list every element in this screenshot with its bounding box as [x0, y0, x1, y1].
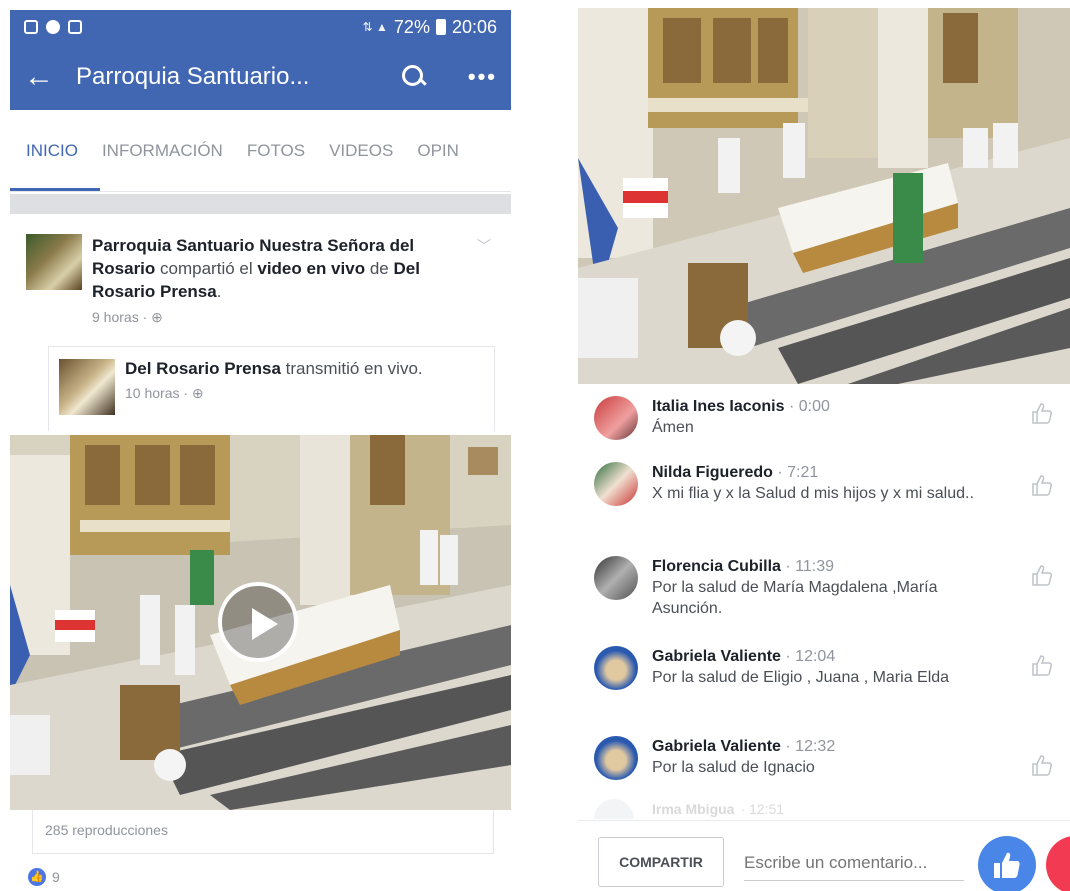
commenter-avatar[interactable]	[594, 396, 638, 440]
comment-item: Florencia Cubilla · 11:39 Por la salud d…	[594, 556, 1064, 619]
comment-item: Nilda Figueredo · 7:21 X mi flia y x la …	[594, 462, 1064, 506]
comment-text: X mi flia y x la Salud d mis hijos y x m…	[652, 485, 974, 502]
chevron-down-icon[interactable]: ﹀	[477, 236, 491, 256]
clock: 20:06	[451, 16, 497, 37]
reaction-summary[interactable]: 👍 9	[28, 868, 60, 886]
screenshot-root: ⇅ ▲ 72% 20:06 ← Parroquia Santuario... •…	[0, 0, 1070, 891]
like-reaction-icon: 👍	[28, 868, 46, 886]
shared-action-text: transmitió en vivo.	[285, 359, 423, 378]
comment-time: · 12:04	[785, 648, 836, 665]
section-divider	[10, 194, 511, 214]
video-player[interactable]	[10, 435, 511, 810]
comment-time: · 11:39	[785, 558, 834, 575]
thumbs-up-icon	[994, 852, 1020, 878]
commenter-avatar[interactable]	[594, 736, 638, 780]
live-action-bar: COMPARTIR	[578, 820, 1070, 891]
post-header-period: .	[216, 282, 222, 301]
comment-item: Italia Ines Iaconis · 0:00 Ámen	[594, 396, 1064, 440]
battery-icon	[435, 19, 446, 35]
commenter-name[interactable]: Nilda Figueredo	[652, 464, 773, 481]
status-bar: ⇅ ▲ 72% 20:06	[10, 10, 511, 44]
commenter-name[interactable]: Italia Ines Iaconis	[652, 398, 785, 415]
page-name-link[interactable]: Parroquia Santuario Nuestra Señora del R…	[92, 236, 414, 278]
love-reaction-button[interactable]	[1046, 836, 1070, 891]
tab-videos[interactable]: VIDEOS	[321, 141, 409, 161]
of-text: de	[369, 259, 389, 278]
comment-time: · 7:21	[777, 464, 819, 481]
more-options-icon[interactable]: •••	[468, 64, 497, 90]
signal-icon: ⇅ ▲	[362, 20, 388, 34]
post-header-text: Parroquia Santuario Nuestra Señora del R…	[92, 234, 452, 303]
tab-opiniones[interactable]: OPIN	[409, 141, 475, 161]
commenter-name[interactable]: Florencia Cubilla	[652, 558, 781, 575]
commenter-avatar[interactable]	[594, 462, 638, 506]
like-comment-icon[interactable]	[1030, 654, 1054, 678]
gallery-notification-icon	[24, 20, 38, 34]
like-comment-icon[interactable]	[1030, 474, 1054, 498]
battery-level: 72%	[393, 16, 430, 37]
comment-time: · 12:32	[785, 738, 836, 755]
page-screen: ⇅ ▲ 72% 20:06 ← Parroquia Santuario... •…	[10, 10, 511, 891]
shared-timestamp[interactable]: 10 horas · ⊕	[125, 385, 423, 402]
incoming-comment: Irma Mbigua · 12:51	[594, 798, 1064, 820]
post-timestamp[interactable]: 9 horas · ⊕	[92, 309, 452, 326]
page-title: Parroquia Santuario...	[76, 63, 310, 90]
play-button[interactable]	[218, 582, 298, 662]
comment-text: Por la salud de María Magdalena ,María A…	[652, 579, 938, 617]
like-comment-icon[interactable]	[1030, 564, 1054, 588]
tab-inicio[interactable]: INICIO	[18, 141, 94, 161]
comment-text: Ámen	[652, 419, 694, 436]
share-button[interactable]: COMPARTIR	[598, 837, 724, 887]
like-comment-icon[interactable]	[1030, 754, 1054, 778]
comment-time: · 12:51	[740, 801, 785, 817]
shared-post-header[interactable]: Del Rosario Prensa transmitió en vivo. 1…	[48, 346, 495, 431]
comment-input[interactable]	[744, 845, 964, 881]
like-reaction-button[interactable]	[978, 836, 1036, 891]
active-tab-indicator	[10, 188, 100, 191]
comment-item: Gabriela Valiente · 12:32 Por la salud d…	[594, 736, 1064, 780]
tab-fotos[interactable]: FOTOS	[239, 141, 321, 161]
church-altar-zoomed-frame	[578, 8, 1070, 384]
commenter-name[interactable]: Gabriela Valiente	[652, 648, 781, 665]
commenter-name[interactable]: Gabriela Valiente	[652, 738, 781, 755]
page-tabs: INICIO INFORMACIÓN FOTOS VIDEOS OPIN	[10, 110, 511, 192]
tab-informacion[interactable]: INFORMACIÓN	[94, 141, 239, 161]
whatsapp-notification-icon	[46, 20, 60, 34]
like-comment-icon[interactable]	[1030, 402, 1054, 426]
page-avatar[interactable]	[26, 234, 82, 290]
search-icon[interactable]	[401, 65, 426, 89]
commenter-avatar[interactable]	[594, 556, 638, 600]
comment-text: Por la salud de Eligio , Juana , Maria E…	[652, 669, 950, 686]
reaction-count: 9	[52, 869, 60, 885]
live-video-player[interactable]	[578, 8, 1070, 384]
comment-item: Gabriela Valiente · 12:04 Por la salud d…	[594, 646, 1064, 690]
shared-page-name[interactable]: Del Rosario Prensa	[125, 359, 281, 378]
comment-text: Por la salud de Ignacio	[652, 759, 815, 776]
live-video-screen: Italia Ines Iaconis · 0:00 Ámen Nilda Fi…	[578, 0, 1070, 891]
shared-page-avatar[interactable]	[59, 359, 115, 415]
comment-time: · 0:00	[788, 398, 830, 415]
commenter-avatar[interactable]	[594, 646, 638, 690]
mail-notification-icon	[68, 20, 82, 34]
feed-post: Parroquia Santuario Nuestra Señora del R…	[10, 214, 511, 431]
commenter-avatar	[594, 799, 634, 819]
commenter-name: Irma Mbigua	[652, 801, 735, 817]
app-bar: ← Parroquia Santuario... •••	[10, 44, 511, 110]
shared-text: compartió el	[160, 259, 253, 278]
back-arrow-icon[interactable]: ←	[24, 62, 76, 92]
view-count: 285 reproducciones	[32, 810, 494, 854]
live-video-link[interactable]: video en vivo	[257, 259, 365, 278]
